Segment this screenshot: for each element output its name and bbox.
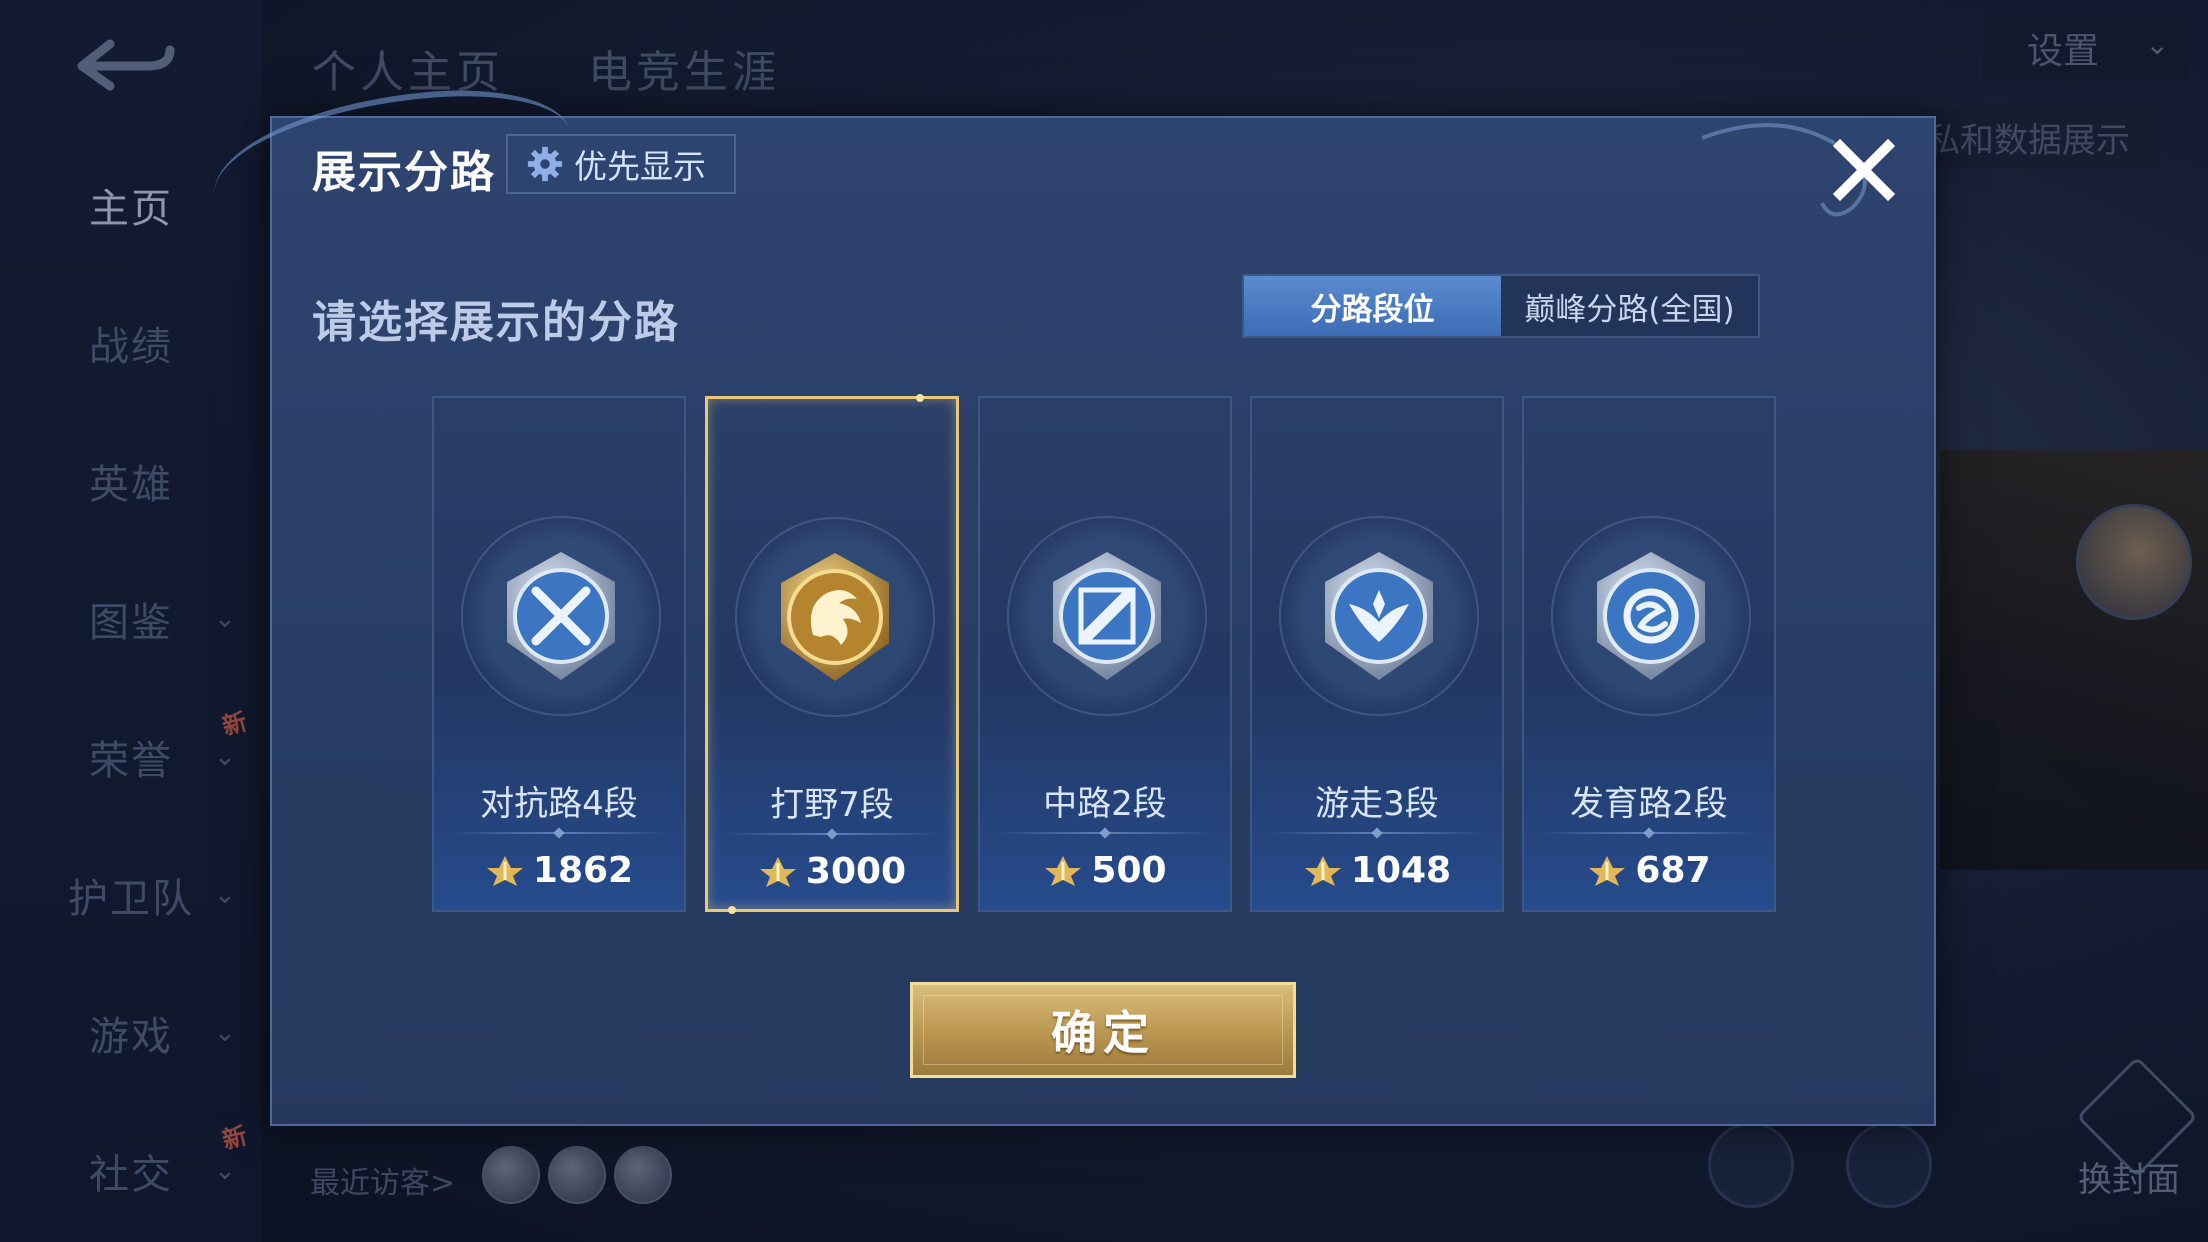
lane-divider: [1268, 832, 1486, 834]
lane-rank-label: 中路2段: [1043, 784, 1167, 824]
gear-icon: [527, 146, 563, 182]
rank-points-icon: [486, 855, 523, 886]
priority-display-button[interactable]: 优先显示: [506, 134, 736, 194]
lane-score-value: 1048: [1350, 850, 1452, 891]
lane-divider: [1540, 832, 1758, 834]
lane-score: 1048: [1252, 850, 1502, 891]
confirm-button-decoration: [923, 995, 1283, 1065]
close-button[interactable]: [1826, 132, 1902, 208]
roam-wings-emblem-icon: [1325, 552, 1433, 680]
selection-corner-dot: [916, 394, 924, 402]
lane-rank-label: 对抗路4段: [480, 784, 638, 824]
tab-peak-lane-national[interactable]: 巅峰分路(全国): [1501, 276, 1758, 336]
lane-card-roam[interactable]: 游走3段 1048: [1250, 396, 1504, 912]
lane-score-value: 687: [1635, 850, 1711, 891]
close-icon: [1832, 138, 1896, 202]
rank-points-icon: [1045, 855, 1082, 886]
tab-lane-rank[interactable]: 分路段位: [1244, 276, 1501, 336]
mid-lane-emblem-icon: [1053, 552, 1161, 680]
lane-mode-toggle: 分路段位 巅峰分路(全国): [1242, 274, 1760, 338]
lane-score-value: 500: [1091, 850, 1167, 891]
lane-score-value: 3000: [805, 851, 907, 892]
rank-points-icon: [1589, 855, 1626, 886]
lane-card-mid[interactable]: 中路2段 500: [978, 396, 1232, 912]
decor-swirl-icon: [1702, 123, 1867, 217]
rank-points-icon: [759, 856, 796, 887]
lane-rank-label: 发育路2段: [1570, 784, 1728, 824]
lane-score: 3000: [708, 851, 956, 892]
lane-score: 500: [980, 850, 1230, 891]
farm-lane-emblem-icon: [1597, 552, 1705, 680]
lane-divider: [724, 833, 940, 835]
confirm-button[interactable]: 确定: [910, 982, 1296, 1078]
modal-title: 展示分路: [312, 147, 496, 198]
lane-card-jungle[interactable]: 打野7段 3000: [705, 394, 959, 914]
lane-score-value: 1862: [532, 850, 634, 891]
lane-card-clash[interactable]: 对抗路4段 1862: [432, 396, 686, 912]
lane-rank-label: 打野7段: [770, 785, 894, 825]
lane-card-farm[interactable]: 发育路2段 687: [1522, 396, 1776, 912]
lane-divider: [450, 832, 668, 834]
select-lane-subtitle: 请选择展示的分路: [312, 297, 680, 348]
clash-lane-emblem-icon: [507, 552, 615, 680]
lane-score: 687: [1524, 850, 1774, 891]
lane-divider: [996, 832, 1214, 834]
priority-display-label: 优先显示: [574, 147, 706, 186]
lane-rank-label: 游走3段: [1315, 784, 1439, 824]
jungle-dragon-emblem-icon: [781, 553, 889, 681]
selection-corner-dot: [728, 906, 736, 914]
rank-points-icon: [1304, 855, 1341, 886]
lane-score: 1862: [434, 850, 684, 891]
